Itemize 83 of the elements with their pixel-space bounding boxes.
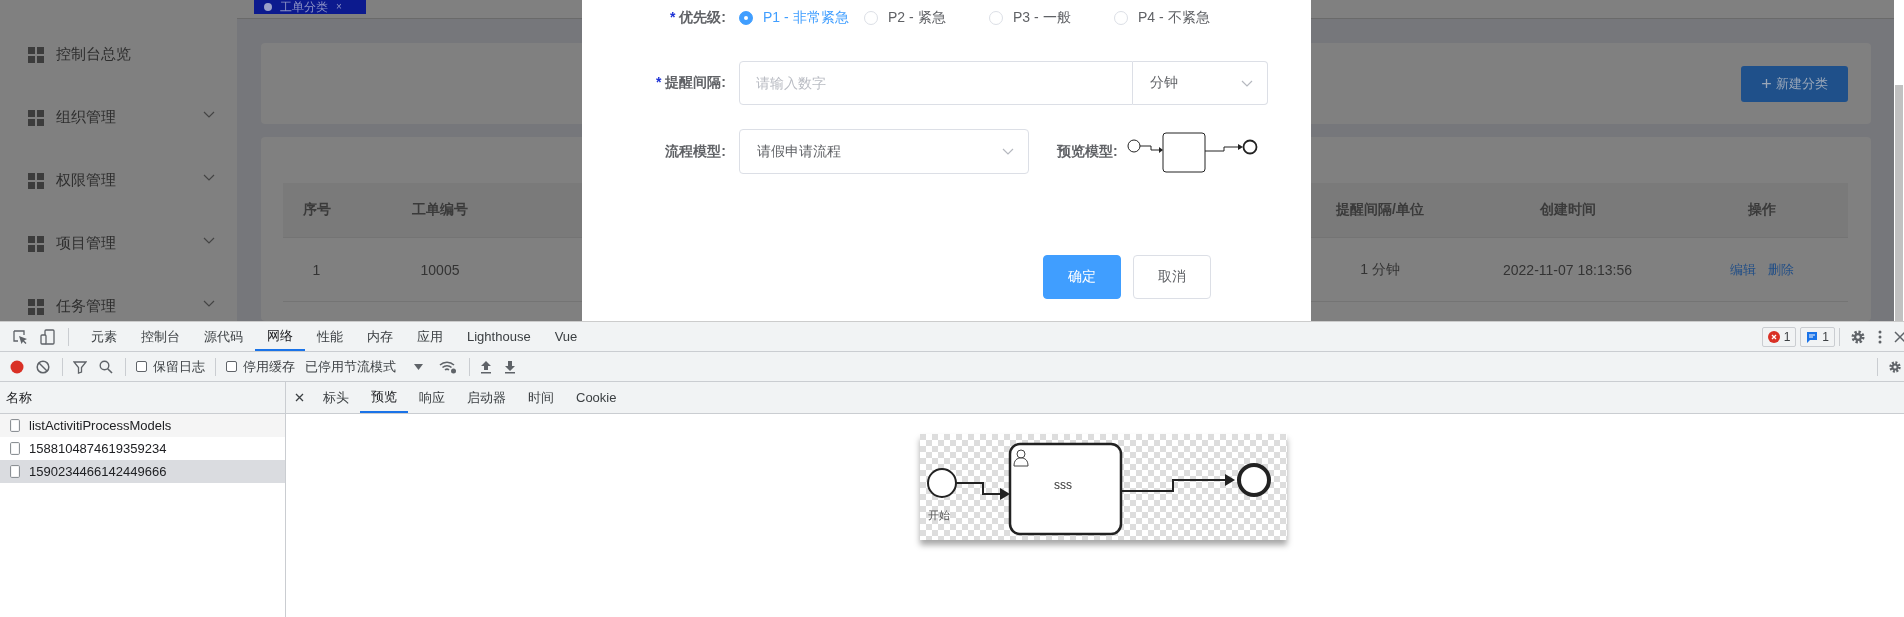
- model-select[interactable]: 请假申请流程: [739, 129, 1029, 174]
- table-cell-text: 1 分钟: [1359, 260, 1401, 279]
- grid-icon: [28, 47, 44, 63]
- chevron-down-icon: [203, 174, 215, 181]
- devtools-tab[interactable]: 性能: [305, 322, 355, 351]
- upload-icon[interactable]: [480, 359, 492, 374]
- cancel-button[interactable]: 取消: [1133, 255, 1211, 299]
- field-label: 预览模型:: [1057, 142, 1118, 161]
- record-icon[interactable]: [10, 359, 24, 374]
- devtools-tab[interactable]: 源代码: [192, 322, 255, 351]
- detail-tab[interactable]: Cookie: [565, 382, 628, 413]
- download-icon[interactable]: [504, 359, 516, 374]
- grid-icon: [28, 236, 44, 252]
- table-cell-text: 2022-11-07 18:13:56: [1502, 261, 1633, 278]
- preserve-log-checkbox[interactable]: 保留日志: [136, 357, 205, 376]
- grid-icon: [28, 299, 44, 315]
- chevron-down-icon: [203, 237, 215, 244]
- detail-tab[interactable]: 时间: [517, 382, 565, 413]
- detail-tab[interactable]: 标头: [312, 382, 360, 413]
- file-icon: [10, 419, 20, 432]
- sidebar-item[interactable]: 组织管理: [0, 104, 237, 132]
- devtools-tab[interactable]: 元素: [79, 322, 129, 351]
- detail-tab[interactable]: 启动器: [456, 382, 517, 413]
- diagram-label: 开始: [928, 508, 950, 523]
- unit-select[interactable]: 分钟: [1133, 61, 1268, 105]
- page-tab[interactable]: 工单分类 ×: [254, 0, 366, 14]
- table-cell-text: 10005: [419, 261, 461, 278]
- chevron-down-icon: [203, 300, 215, 307]
- more-icon[interactable]: [1878, 329, 1882, 344]
- error-badge[interactable]: 1: [1761, 326, 1797, 347]
- devtools-tab[interactable]: Lighthouse: [455, 322, 543, 351]
- file-icon: [10, 442, 20, 455]
- required-mark: *: [656, 74, 662, 90]
- scrollbar-thumb[interactable]: [1895, 85, 1903, 321]
- disable-cache-checkbox[interactable]: 停用缓存: [226, 357, 295, 376]
- field-label: 提醒间隔:: [665, 74, 726, 90]
- request-row[interactable]: listActivitiProcessModels: [0, 414, 285, 437]
- field-label: 流程模型:: [664, 142, 726, 161]
- caret-icon: [414, 363, 423, 370]
- throttling-dropdown[interactable]: 已停用节流模式: [305, 357, 423, 376]
- sidebar-item[interactable]: 权限管理: [0, 167, 237, 195]
- radio-option[interactable]: P2 - 紧急: [864, 9, 989, 27]
- table-cell-text: 1: [311, 261, 322, 278]
- clear-icon[interactable]: [36, 359, 50, 374]
- grid-icon: [28, 173, 44, 189]
- column-header: 提醒间隔/单位: [1335, 201, 1425, 219]
- grid-icon: [28, 110, 44, 126]
- column-header: 操作: [1746, 201, 1777, 219]
- wifi-settings-icon[interactable]: [439, 359, 457, 374]
- chevron-down-icon: [1002, 148, 1014, 155]
- inspect-icon[interactable]: [12, 328, 28, 345]
- number-input[interactable]: 请输入数字: [739, 61, 1133, 105]
- chevron-down-icon: [203, 111, 215, 118]
- sidebar-item[interactable]: 任务管理: [0, 293, 237, 321]
- devtools-tab[interactable]: Vue: [542, 322, 590, 351]
- filter-icon[interactable]: [73, 359, 87, 374]
- chevron-down-icon: [1241, 79, 1253, 87]
- radio-option[interactable]: P4 - 不紧急: [1114, 9, 1239, 27]
- request-row[interactable]: 1588104874619359234: [0, 437, 285, 460]
- devtools-tab[interactable]: 应用: [405, 322, 455, 351]
- required-mark: *: [670, 9, 676, 25]
- diagram-label: sss: [1054, 478, 1072, 492]
- search-icon[interactable]: [99, 359, 113, 374]
- column-header: 创建时间: [1538, 201, 1597, 219]
- radio-option[interactable]: P3 - 一般: [989, 9, 1114, 27]
- settings-icon[interactable]: [1850, 328, 1866, 345]
- devtools-tab[interactable]: 内存: [355, 322, 405, 351]
- message-badge[interactable]: 1: [1800, 326, 1835, 347]
- column-header: 序号: [301, 201, 332, 219]
- close-icon[interactable]: [1894, 330, 1904, 343]
- devtools-tab[interactable]: 控制台: [129, 322, 192, 351]
- column-header: 工单编号: [411, 201, 469, 219]
- request-row[interactable]: 1590234466142449666: [0, 460, 285, 483]
- detail-tab[interactable]: 预览: [360, 382, 408, 413]
- detail-tab[interactable]: 响应: [408, 382, 456, 413]
- close-icon[interactable]: [295, 393, 304, 402]
- sidebar-item[interactable]: 项目管理: [0, 230, 237, 258]
- file-icon: [10, 465, 20, 478]
- sidebar-item[interactable]: 控制台总览: [0, 41, 237, 69]
- field-label: 优先级:: [679, 9, 726, 25]
- device-icon[interactable]: [40, 328, 56, 345]
- column-header: 名称: [0, 382, 285, 414]
- settings-icon[interactable]: [1888, 358, 1902, 375]
